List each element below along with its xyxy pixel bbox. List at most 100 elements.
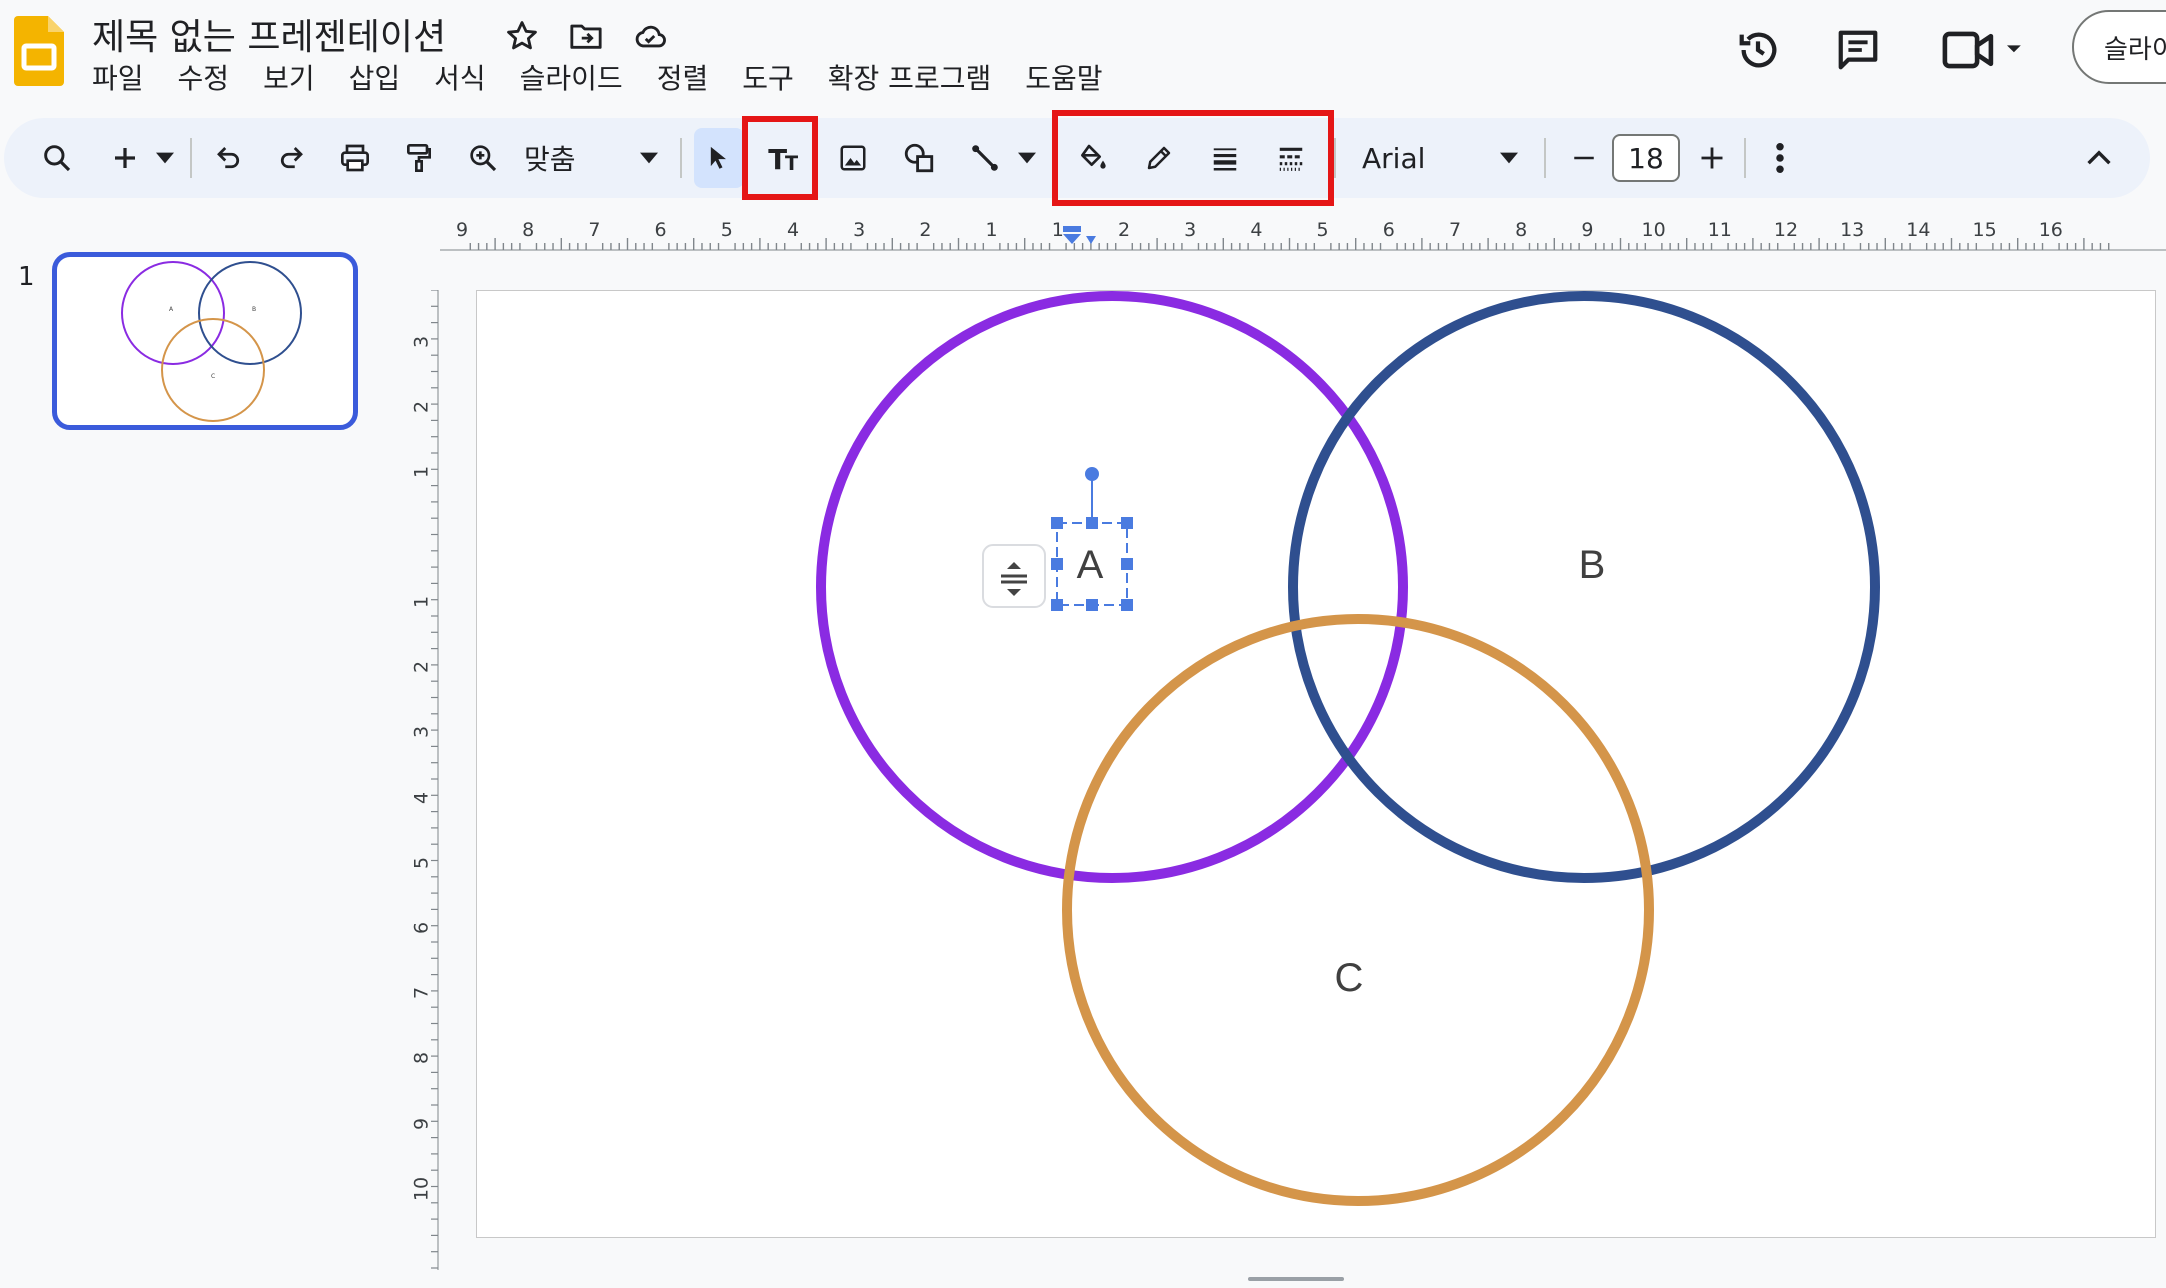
menu-bar: 파일 수정 보기 삽입 서식 슬라이드 정렬 도구 확장 프로그램 도움말 <box>92 58 1120 100</box>
border-tools-highlight <box>1052 110 1334 206</box>
ruler-tick-label: 6 <box>655 219 667 241</box>
move-folder-icon[interactable] <box>566 16 606 56</box>
zoom-select-value[interactable]: 맞춤 <box>524 118 604 198</box>
thumb-label-c: C <box>211 373 215 380</box>
ruler-tick-label: 9 <box>1581 219 1593 241</box>
star-icon[interactable] <box>502 16 542 56</box>
ruler-tick-label: 2 <box>411 661 433 673</box>
menu-extensions[interactable]: 확장 프로그램 <box>811 58 1008 100</box>
ruler-tick-label: 7 <box>411 987 433 999</box>
font-size-input[interactable]: 18 <box>1612 134 1680 182</box>
horizontal-ruler[interactable]: 9 8 7 6 5 4 3 2 1 1 2 3 4 5 6 7 8 9 10 11 12 13 14 15 16 <box>440 216 2166 252</box>
zoom-icon[interactable] <box>460 118 506 198</box>
document-title[interactable]: 제목 없는 프레젠테이션 <box>92 8 446 60</box>
cloud-saved-icon[interactable] <box>630 16 670 56</box>
increase-font-size-icon[interactable] <box>1690 118 1734 198</box>
label-c: C <box>1335 956 1364 1000</box>
ruler-tick-label: 7 <box>588 219 600 241</box>
slide-number: 1 <box>18 262 35 292</box>
resize-handle[interactable] <box>1051 517 1063 529</box>
toolbar-divider <box>1544 138 1546 178</box>
ruler-tick-label: 1 <box>411 596 433 608</box>
resize-handle[interactable] <box>1051 558 1063 570</box>
collapse-toolbar-icon[interactable] <box>2076 118 2122 198</box>
ruler-tick-label: 2 <box>919 219 931 241</box>
menu-arrange[interactable]: 정렬 <box>640 58 726 100</box>
thumb-circle-a <box>121 261 225 365</box>
line-dropdown-icon[interactable] <box>1012 118 1042 198</box>
more-options-icon[interactable] <box>1760 118 1800 198</box>
resize-handle[interactable] <box>1121 599 1133 611</box>
ruler-tick-label: 9 <box>456 219 468 241</box>
print-icon[interactable] <box>332 118 378 198</box>
ruler-tick-label: 10 <box>411 1177 433 1201</box>
menu-edit[interactable]: 수정 <box>161 58 247 100</box>
menu-slide[interactable]: 슬라이드 <box>503 58 640 100</box>
select-tool-icon[interactable] <box>694 128 744 188</box>
resize-handle[interactable] <box>1086 517 1098 529</box>
scroll-indicator[interactable] <box>1248 1277 1344 1281</box>
slide-thumbnail[interactable]: A B C <box>52 252 358 430</box>
ruler-tick-label: 11 <box>1708 219 1732 241</box>
font-family-dropdown-icon[interactable] <box>1492 118 1526 198</box>
ruler-tick-label: 10 <box>1642 219 1666 241</box>
zoom-dropdown-icon[interactable] <box>632 118 666 198</box>
ruler-tick-label: 4 <box>1250 219 1262 241</box>
redo-icon[interactable] <box>268 118 314 198</box>
resize-handle[interactable] <box>1121 517 1133 529</box>
ruler-tick-label: 3 <box>411 336 433 348</box>
ruler-tick-label: 1 <box>986 219 998 241</box>
toolbar-divider <box>1334 138 1336 178</box>
selected-text-box-a[interactable]: A <box>1051 467 1133 611</box>
venn-circle-a <box>816 291 1408 883</box>
vertical-ruler[interactable]: 3 2 1 1 2 3 4 5 6 7 8 9 10 <box>404 289 440 1270</box>
text-tool-highlight <box>742 116 818 200</box>
ruler-tick-label: 3 <box>1184 219 1196 241</box>
ruler-tick-label: 8 <box>411 1052 433 1064</box>
undo-icon[interactable] <box>206 118 252 198</box>
paint-format-icon[interactable] <box>396 118 442 198</box>
ruler-tick-label: 6 <box>411 922 433 934</box>
resize-handle[interactable] <box>1051 599 1063 611</box>
ruler-tick-label: 3 <box>411 726 433 738</box>
new-slide-icon[interactable] <box>104 118 146 198</box>
decrease-font-size-icon[interactable] <box>1562 118 1606 198</box>
thumb-label-b: B <box>252 306 256 313</box>
line-tool-icon[interactable] <box>962 118 1008 198</box>
label-b: B <box>1579 543 1606 587</box>
ruler-tick-label: 16 <box>2039 219 2063 241</box>
new-slide-dropdown-icon[interactable] <box>150 118 180 198</box>
insert-image-icon[interactable] <box>830 118 876 198</box>
meet-video-icon[interactable] <box>1942 22 2026 78</box>
menu-format[interactable]: 서식 <box>417 58 503 100</box>
menu-tools[interactable]: 도구 <box>725 58 811 100</box>
menu-help[interactable]: 도움말 <box>1008 58 1119 100</box>
ruler-tick-label: 2 <box>1118 219 1130 241</box>
font-family-value[interactable]: Arial <box>1362 118 1472 198</box>
vertical-align-button[interactable] <box>982 544 1046 608</box>
ruler-tick-label: 9 <box>411 1118 433 1130</box>
menu-insert[interactable]: 삽입 <box>332 58 418 100</box>
ruler-tick-label: 4 <box>411 792 433 804</box>
venn-circle-b <box>1288 291 1880 883</box>
menu-view[interactable]: 보기 <box>246 58 332 100</box>
ruler-tick-label: 15 <box>1973 219 1997 241</box>
ruler-tick-label: 8 <box>1515 219 1527 241</box>
thumb-circle-c <box>161 318 265 422</box>
shape-icon[interactable] <box>896 118 942 198</box>
menu-file[interactable]: 파일 <box>92 58 161 100</box>
resize-handle[interactable] <box>1086 599 1098 611</box>
slide-canvas[interactable]: B C A <box>476 290 2156 1238</box>
label-a: A <box>1077 543 1104 587</box>
slides-logo-icon[interactable] <box>14 16 64 86</box>
ruler-tick-label: 8 <box>522 219 534 241</box>
rotate-handle[interactable] <box>1085 467 1099 481</box>
thumb-label-a: A <box>169 306 174 313</box>
toolbar-divider <box>1744 138 1746 178</box>
search-menus-icon[interactable] <box>34 118 80 198</box>
resize-handle[interactable] <box>1121 558 1133 570</box>
version-history-icon[interactable] <box>1730 22 1786 78</box>
comments-icon[interactable] <box>1830 22 1886 78</box>
slideshow-button[interactable]: 슬라이 <box>2072 10 2166 84</box>
indent-marker-icon[interactable] <box>1062 226 1096 252</box>
